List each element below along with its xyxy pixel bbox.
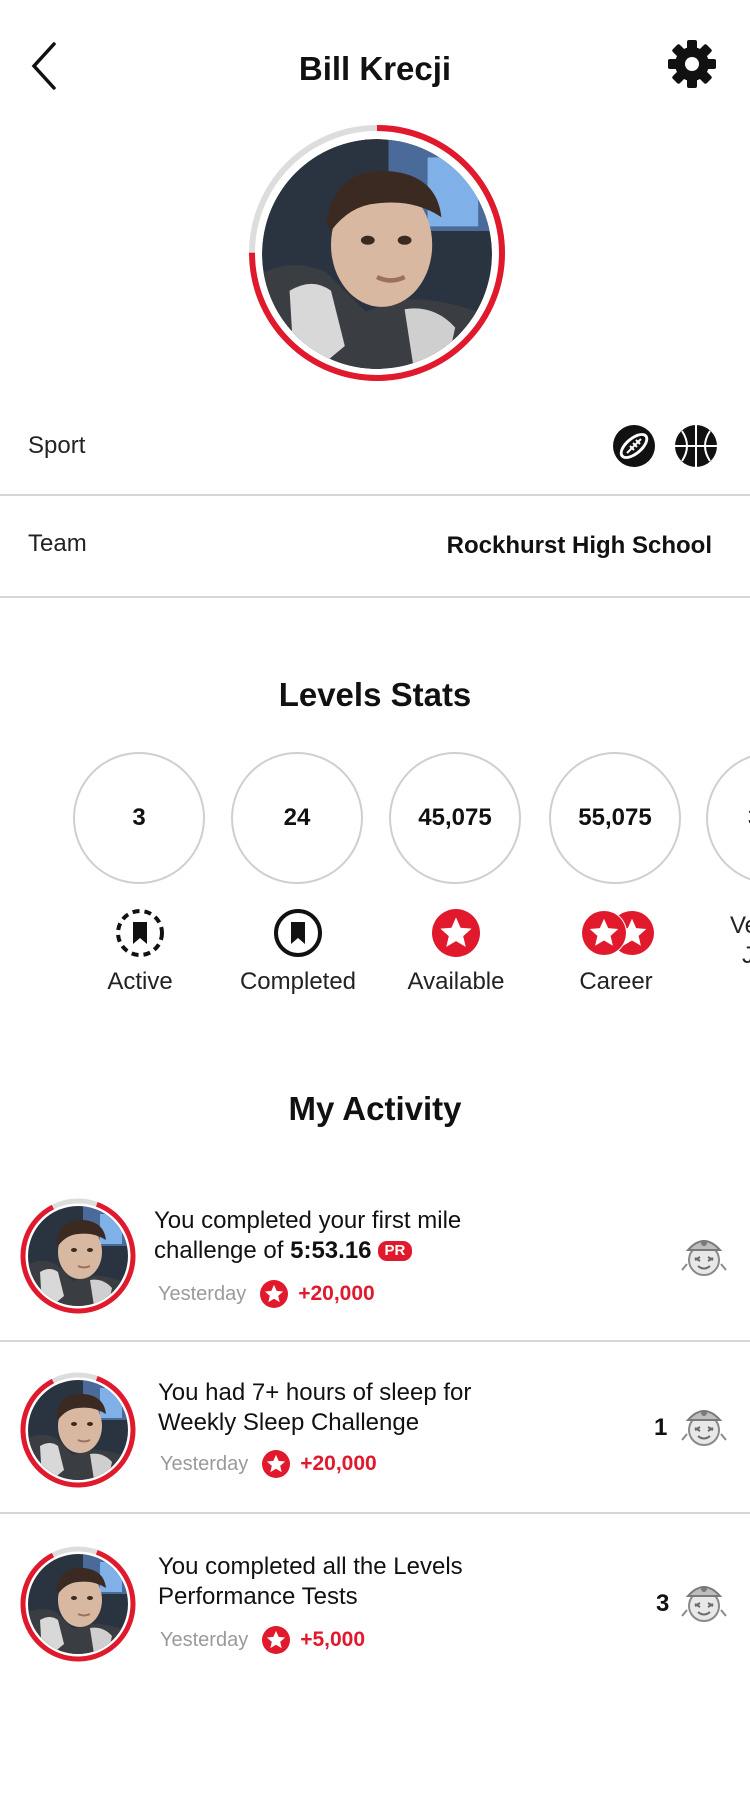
my-activity-title: My Activity	[288, 1090, 462, 1127]
activity-avatar	[20, 1198, 136, 1314]
reaction-count: 3	[656, 1590, 670, 1617]
stat-available[interactable]: 45,075 Available	[389, 752, 523, 1002]
stat-value: 3	[706, 752, 750, 884]
double-star-icon	[581, 910, 656, 956]
completed-bookmark-icon	[274, 909, 322, 957]
activity-meta: Yesterday +20,000	[160, 1450, 377, 1478]
page-title: Bill Krecji	[298, 50, 452, 87]
stat-label: Career	[579, 968, 653, 995]
stat-label: Active	[107, 968, 173, 995]
activity-item[interactable]: You completed your first mile challenge …	[0, 1180, 750, 1342]
team-row[interactable]: Team Rockhurst High School	[0, 496, 750, 598]
levels-stats-carousel[interactable]: 3 Active 24 Completed 45,075 Available 5…	[0, 752, 750, 1002]
stat-value: 3	[73, 752, 205, 884]
settings-button[interactable]	[666, 38, 718, 90]
stat-label: Available	[407, 968, 505, 995]
stat-completed[interactable]: 24 Completed	[231, 752, 365, 1002]
sport-row: Sport	[0, 410, 750, 496]
active-bookmark-icon	[116, 909, 164, 957]
mascot-reaction-icon[interactable]	[678, 1400, 730, 1452]
stat-value: 55,075	[549, 752, 681, 884]
activity-text: You had 7+ hours of sleep for Weekly Sle…	[158, 1379, 472, 1436]
star-icon	[260, 1280, 288, 1308]
activity-item[interactable]: You completed all the Levels Performance…	[0, 1514, 750, 1684]
star-icon	[262, 1626, 290, 1654]
stat-label-secondary: J	[742, 942, 750, 969]
stat-value: 45,075	[389, 752, 521, 884]
basketball-icon	[675, 425, 717, 467]
gear-icon	[668, 40, 716, 88]
team-value: Rockhurst High School	[446, 532, 712, 559]
stat-label: Completed	[239, 968, 357, 995]
activity-meta: Yesterday +5,000	[160, 1626, 365, 1654]
activity-text: You completed your first mile challenge …	[154, 1207, 462, 1264]
star-icon	[262, 1450, 290, 1478]
activity-meta: Yesterday +20,000	[158, 1280, 375, 1308]
stat-value: 24	[231, 752, 363, 884]
football-icon	[613, 425, 655, 467]
pr-badge: PR	[377, 1241, 413, 1261]
activity-avatar	[20, 1372, 136, 1488]
activity-item[interactable]: You had 7+ hours of sleep for Weekly Sle…	[0, 1342, 750, 1514]
star-icon	[430, 907, 482, 959]
stat-partial[interactable]: 3 Ve J	[706, 752, 750, 1002]
sport-label: Sport	[28, 432, 86, 459]
activity-text: You completed all the Levels Performance…	[158, 1553, 463, 1610]
top-bar: Bill Krecji	[0, 0, 750, 130]
profile-avatar[interactable]	[262, 139, 492, 369]
levels-stats-title: Levels Stats	[278, 676, 472, 713]
mascot-reaction-icon[interactable]	[678, 1230, 730, 1282]
reaction-count: 1	[654, 1414, 668, 1441]
mascot-reaction-icon[interactable]	[678, 1576, 730, 1628]
team-label: Team	[28, 530, 87, 557]
stat-career[interactable]: 55,075 Career	[549, 752, 683, 1002]
activity-avatar	[20, 1546, 136, 1662]
stat-label: Ve	[730, 912, 750, 939]
stat-active[interactable]: 3 Active	[73, 752, 207, 1002]
